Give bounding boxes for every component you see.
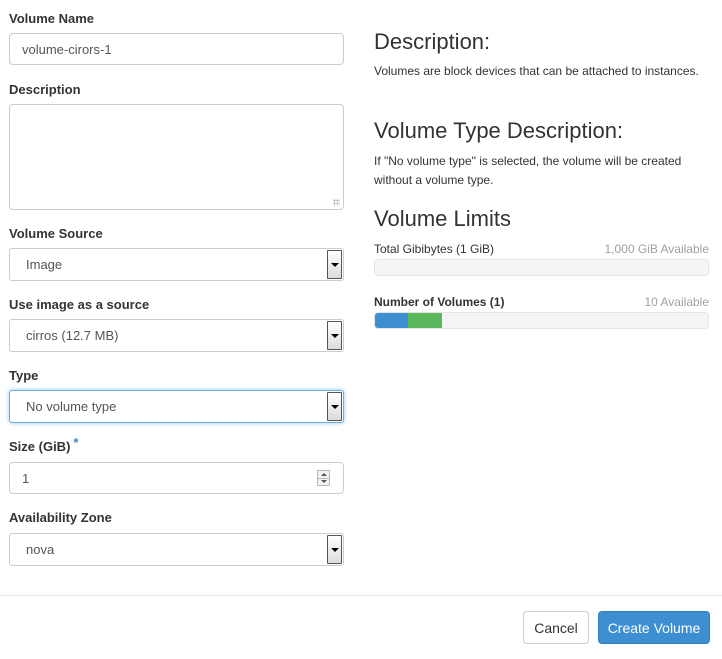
- chevron-down-icon[interactable]: [327, 321, 342, 350]
- chevron-down-icon[interactable]: [327, 535, 342, 564]
- quota-used-segment: [375, 313, 409, 328]
- increment-icon[interactable]: [318, 471, 329, 479]
- chevron-down-icon[interactable]: [327, 392, 342, 421]
- footer-divider: [0, 595, 722, 596]
- size-label-text: Size (GiB): [9, 439, 71, 454]
- description-label: Description: [9, 82, 81, 97]
- volume-name-label: Volume Name: [9, 11, 95, 26]
- volume-name-input[interactable]: volume-cirors-1: [9, 33, 344, 65]
- chevron-down-icon[interactable]: [327, 250, 342, 279]
- quota-volumes-bar: [374, 312, 709, 329]
- availability-zone-select[interactable]: nova: [9, 533, 344, 566]
- description-textarea[interactable]: [9, 104, 344, 210]
- volume-source-value: Image: [26, 257, 63, 272]
- create-volume-button[interactable]: Create Volume: [598, 611, 710, 644]
- description-heading: Description:: [374, 29, 491, 54]
- description-text: Volumes are block devices that can be at…: [374, 64, 699, 78]
- volume-limits-heading: Volume Limits: [374, 206, 511, 231]
- volume-type-value: No volume type: [26, 399, 117, 414]
- image-source-select[interactable]: cirros (12.7 MB): [9, 319, 344, 352]
- volume-type-heading: Volume Type Description:: [374, 118, 624, 143]
- size-label: Size (GiB) *: [9, 435, 78, 454]
- resize-grip-icon[interactable]: [333, 199, 340, 206]
- volume-source-label: Volume Source: [9, 226, 103, 241]
- volume-type-select[interactable]: No volume type: [9, 390, 344, 423]
- type-label: Type: [9, 368, 39, 383]
- volume-name-value: volume-cirors-1: [22, 41, 112, 57]
- availability-zone-label: Availability Zone: [9, 510, 112, 525]
- quota-added-segment: [408, 313, 442, 328]
- size-value: 1: [22, 470, 30, 486]
- required-asterisk: *: [73, 435, 79, 450]
- size-input[interactable]: 1: [9, 462, 344, 494]
- availability-zone-value: nova: [26, 542, 55, 557]
- quota-volumes-available: 10 Available: [644, 295, 710, 309]
- cancel-button[interactable]: Cancel: [523, 611, 589, 644]
- quota-gibibytes: Total Gibibytes (1 GiB) 1,000 GiB Availa…: [374, 242, 709, 256]
- quota-volumes: Number of Volumes (1) 10 Available: [374, 295, 709, 309]
- size-stepper[interactable]: [317, 470, 330, 486]
- image-source-label: Use image as a source: [9, 297, 150, 312]
- quota-gibibytes-available: 1,000 GiB Available: [604, 242, 709, 256]
- volume-source-select[interactable]: Image: [9, 248, 344, 281]
- quota-gibibytes-label: Total Gibibytes (1 GiB): [374, 242, 495, 256]
- quota-gibibytes-bar: [374, 259, 709, 276]
- decrement-icon[interactable]: [318, 479, 329, 486]
- quota-volumes-label: Number of Volumes (1): [374, 295, 505, 309]
- volume-type-text: If "No volume type" is selected, the vol…: [374, 154, 682, 187]
- image-source-value: cirros (12.7 MB): [26, 328, 119, 343]
